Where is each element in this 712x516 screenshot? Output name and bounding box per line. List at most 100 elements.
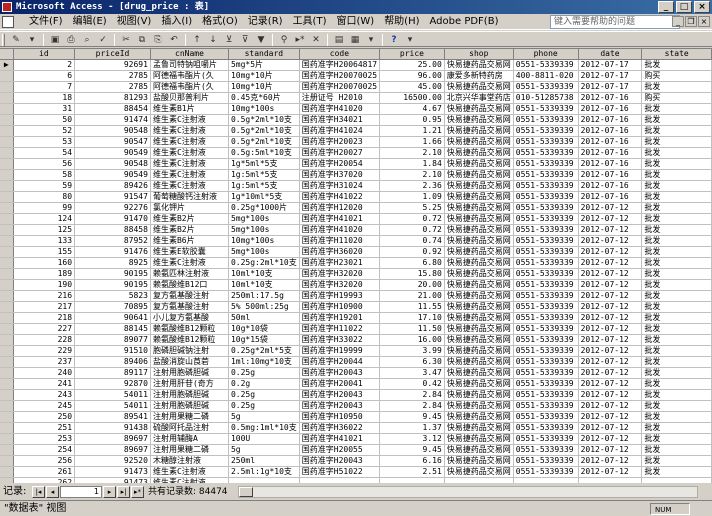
cell-date[interactable]: 2012-07-12 — [578, 411, 643, 424]
table-row[interactable]: 253 89697 注射用辅酶A 100U 国药准字H41021 3.12 快易捷药品交易网… — [0, 433, 712, 446]
table-row[interactable]: 256 92520 木糖醇注射液 250ml 国药准字H20043 6.16 快易捷药品交易… — [0, 455, 712, 468]
cell-cnName[interactable]: 葡萄糖酸钙注射液 — [150, 191, 229, 204]
record-selector[interactable] — [0, 136, 14, 149]
cell-code[interactable]: 国药准字H20064817 — [299, 59, 381, 72]
record-selector[interactable] — [0, 191, 14, 204]
cell-state[interactable]: 批发 — [641, 136, 712, 149]
table-row[interactable]: 124 91470 维生素B2片 5mg*100s 国药准字H41021 0.72 快易捷药… — [0, 213, 712, 226]
cell-price[interactable]: 15.80 — [379, 268, 445, 281]
cell-date[interactable]: 2012-07-12 — [578, 312, 643, 325]
record-selector[interactable] — [0, 400, 14, 413]
record-selector[interactable] — [0, 180, 14, 193]
record-selector[interactable] — [0, 356, 14, 369]
cell-standard[interactable]: 5mg*100s — [228, 246, 300, 259]
record-selector[interactable] — [0, 433, 14, 446]
cell-code[interactable]: 国药准字H32020 — [299, 279, 381, 292]
cell-phone[interactable]: 0551-5339339 — [513, 422, 579, 435]
record-selector[interactable] — [0, 334, 14, 347]
cell-state[interactable]: 批发 — [641, 125, 712, 138]
cell-phone[interactable]: 0551-5339339 — [513, 301, 579, 314]
table-row[interactable]: 245 54011 注射用胞磷胆碱 0.25g 国药准字H20043 2.84 快易捷药品交… — [0, 400, 712, 413]
cell-priceId[interactable]: 90641 — [74, 312, 151, 325]
menu-item[interactable]: 工具(T) — [288, 14, 332, 30]
cell-id[interactable]: 190 — [13, 279, 76, 292]
cell-phone[interactable]: 0551-5339339 — [513, 114, 579, 127]
cell-code[interactable]: 国药准字H32020 — [299, 268, 381, 281]
menu-item[interactable]: 视图(V) — [112, 14, 157, 30]
cell-date[interactable]: 2012-07-16 — [578, 125, 643, 138]
cell-code[interactable]: 国药准字H36020 — [299, 246, 381, 259]
cell-standard[interactable]: 0.5g*2ml*10支 — [228, 125, 300, 138]
cell-state[interactable]: 批发 — [641, 147, 712, 160]
cell-phone[interactable]: 0551-5339339 — [513, 202, 579, 215]
cell-date[interactable]: 2012-07-12 — [578, 345, 643, 358]
cell-standard[interactable]: 5mg*5片 — [228, 59, 300, 72]
table-row[interactable]: 241 92870 注射用肝苷(奇方 0.2g 国药准字H20041 0.42 快易捷药品交… — [0, 378, 712, 391]
cell-cnName[interactable]: 盐酸消旋山莨菪 — [150, 356, 229, 369]
cell-standard[interactable]: 10g*15袋 — [228, 334, 300, 347]
cell-date[interactable]: 2012-07-12 — [578, 422, 643, 435]
table-row[interactable]: 133 87952 维生素B6片 10mg*100s 国药准字H11020 0.74 快易捷… — [0, 235, 712, 248]
table-row[interactable]: 6 2785 阿德福韦酯片(久 10mg*10片 国药准字H20070025 96.00 康… — [0, 70, 712, 83]
table-row[interactable]: 18 81293 盐酸贝那普利片 0.45克*60片 注册证号 H2010 16500.0… — [0, 92, 712, 105]
cell-date[interactable]: 2012-07-12 — [578, 301, 643, 314]
record-selector[interactable] — [0, 169, 14, 182]
column-header[interactable]: cnName — [150, 49, 229, 61]
cell-standard[interactable]: 10ml*10支 — [228, 279, 300, 292]
print-preview-icon[interactable]: ⌕ — [79, 33, 95, 47]
table-row[interactable]: 59 89426 维生素C注射液 1g:5ml*5支 国药准字H31024 2.36 快易捷… — [0, 180, 712, 193]
cell-code[interactable]: 国药准字H20070025 — [299, 70, 381, 83]
table-row[interactable]: 237 89406 盐酸消旋山莨菪 1ml:10mg*10支 国药准字H20044 6.3… — [0, 356, 712, 369]
next-record-button[interactable]: ▸ — [103, 486, 116, 498]
delete-record-icon[interactable]: ✕ — [308, 33, 324, 47]
cell-state[interactable]: 批发 — [641, 345, 712, 358]
cell-shop[interactable]: 北京兴华事堂药店 — [444, 92, 514, 105]
cell-code[interactable]: 国药准字H20055 — [299, 444, 381, 457]
table-row[interactable]: 262 91473 维生素C注射液 — [0, 477, 712, 483]
cell-phone[interactable]: 0551-5339339 — [513, 59, 579, 72]
cell-price[interactable] — [379, 477, 445, 483]
cell-shop[interactable]: 快易捷药品交易网 — [444, 202, 514, 215]
sort-descending-icon[interactable]: ↓ — [205, 33, 221, 47]
cell-shop[interactable]: 快易捷药品交易网 — [444, 323, 514, 336]
cell-cnName[interactable]: 阿德福韦酯片(久 — [150, 81, 229, 94]
cell-state[interactable]: 批发 — [641, 158, 712, 171]
cell-id[interactable]: 80 — [13, 191, 76, 204]
last-record-button[interactable]: ▸| — [117, 486, 130, 498]
cell-code[interactable]: 国药准字H19993 — [299, 290, 381, 303]
cell-cnName[interactable]: 维生素B1片 — [150, 103, 229, 116]
cell-id[interactable]: 251 — [13, 422, 76, 435]
cell-standard[interactable]: 0.5g*2ml*10支 — [228, 136, 300, 149]
record-selector[interactable] — [0, 411, 14, 424]
cell-priceId[interactable]: 90549 — [74, 169, 151, 182]
cell-id[interactable]: 54 — [13, 147, 76, 160]
record-selector[interactable] — [0, 279, 14, 292]
record-selector[interactable] — [0, 158, 14, 171]
column-header[interactable]: code — [299, 49, 381, 61]
cell-priceId[interactable]: 89697 — [74, 433, 151, 446]
cell-priceId[interactable]: 91438 — [74, 422, 151, 435]
new-record-icon[interactable]: ▸* — [292, 33, 308, 47]
cell-shop[interactable]: 快易捷药品交易网 — [444, 268, 514, 281]
cell-state[interactable]: 批发 — [641, 246, 712, 259]
cell-code[interactable]: 国药准字H20023 — [299, 136, 381, 149]
cell-shop[interactable]: 快易捷药品交易网 — [444, 433, 514, 446]
cell-id[interactable]: 253 — [13, 433, 76, 446]
cell-cnName[interactable]: 硫酸阿托品注射 — [150, 422, 229, 435]
cell-cnName[interactable]: 复方氨基酸注射 — [150, 301, 229, 314]
cell-priceId[interactable]: 81293 — [74, 92, 151, 105]
cell-state[interactable]: 批发 — [641, 356, 712, 369]
cell-code[interactable]: 国药准字H20054 — [299, 158, 381, 171]
record-selector[interactable] — [0, 323, 14, 336]
cell-date[interactable]: 2012-07-12 — [578, 213, 643, 226]
cell-id[interactable]: 241 — [13, 378, 76, 391]
cell-standard[interactable]: 10mg*100s — [228, 235, 300, 248]
dropdown-arrow-icon[interactable]: ▾ — [363, 33, 379, 47]
cell-id[interactable]: 99 — [13, 202, 76, 215]
cell-id[interactable]: 237 — [13, 356, 76, 369]
table-row[interactable]: 217 70895 复方氨基酸注射 5% 500ml:25g 国药准字H10900 11.… — [0, 301, 712, 314]
cell-shop[interactable]: 快易捷药品交易网 — [444, 180, 514, 193]
cell-standard[interactable]: 0.2g — [228, 378, 300, 391]
cell-state[interactable]: 批发 — [641, 389, 712, 402]
cell-priceId[interactable]: 88145 — [74, 323, 151, 336]
